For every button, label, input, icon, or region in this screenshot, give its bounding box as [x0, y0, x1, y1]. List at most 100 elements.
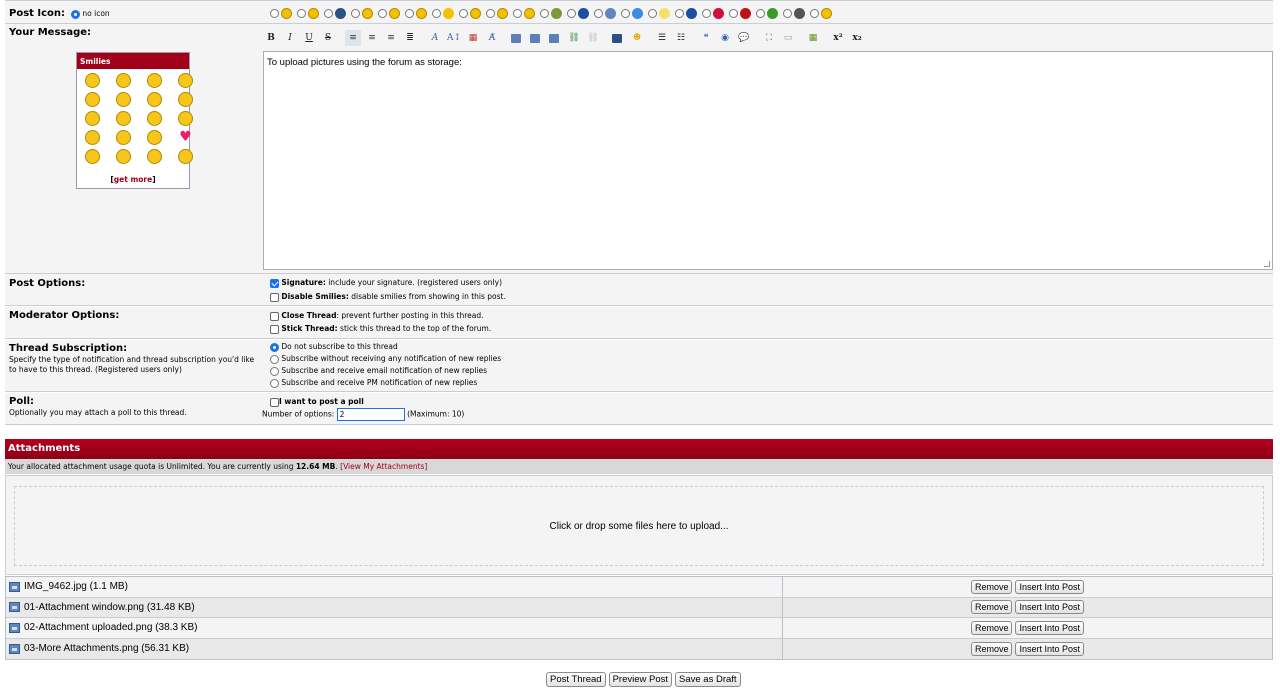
table-icon[interactable]: ▦: [805, 30, 821, 46]
eek-icon[interactable]: [147, 92, 162, 107]
smile-icon[interactable]: [85, 73, 100, 88]
post-icon-option[interactable]: [405, 7, 427, 19]
post-icon-option[interactable]: [594, 7, 616, 19]
video-icon[interactable]: [610, 30, 626, 46]
quote-icon[interactable]: ❝: [698, 30, 714, 46]
post-thread-button[interactable]: Post Thread: [546, 672, 606, 687]
grin-icon[interactable]: [178, 73, 193, 88]
post-icon-option[interactable]: [675, 7, 697, 19]
disable-smilies-checkbox[interactable]: [270, 292, 279, 302]
bullet-list-icon[interactable]: ☰: [654, 30, 670, 46]
puzzled-icon[interactable]: [85, 149, 100, 164]
post-icon-radio[interactable]: [405, 8, 414, 18]
upload-dropzone[interactable]: Click or drop some files here to upload.…: [14, 486, 1264, 566]
post-icon-option[interactable]: [810, 7, 832, 19]
sniper-icon[interactable]: [85, 111, 100, 126]
post-icon-radio[interactable]: [432, 8, 441, 18]
chain-link-icon[interactable]: ⛓: [566, 30, 582, 46]
no-icon-radio[interactable]: [71, 9, 80, 19]
happy-icon[interactable]: [116, 73, 131, 88]
color-icon[interactable]: ▦: [465, 30, 481, 46]
wave-icon[interactable]: [116, 111, 131, 126]
underline-button[interactable]: U: [301, 30, 317, 46]
post-icon-radio[interactable]: [648, 8, 657, 18]
smilie-icon[interactable]: ☻: [629, 30, 645, 46]
stick-thread-checkbox[interactable]: [270, 324, 279, 334]
post-icon-option[interactable]: [567, 7, 589, 19]
post-icon-radio[interactable]: [513, 8, 522, 18]
wink-icon[interactable]: [147, 149, 162, 164]
frown-icon[interactable]: [178, 92, 193, 107]
remove-format-icon[interactable]: A̸: [484, 30, 500, 46]
post-icon-radio[interactable]: [324, 8, 333, 18]
strikethrough-button[interactable]: S: [320, 30, 336, 46]
post-icon-option[interactable]: [540, 7, 562, 19]
preview-post-button[interactable]: Preview Post: [608, 672, 673, 687]
post-icon-radio[interactable]: [594, 8, 603, 18]
resize-handle[interactable]: [1264, 261, 1270, 267]
numbered-list-icon[interactable]: ☷: [673, 30, 689, 46]
link-icon[interactable]: [509, 30, 525, 46]
post-icon-option[interactable]: [513, 7, 535, 19]
laugh-icon[interactable]: [116, 130, 131, 145]
post-icon-radio[interactable]: [378, 8, 387, 18]
subscription-option-3[interactable]: Subscribe and receive PM notification of…: [270, 378, 477, 388]
unlink-icon[interactable]: ⛓: [585, 30, 601, 46]
heart-icon[interactable]: ♥: [178, 130, 193, 145]
post-icon-option[interactable]: [432, 7, 454, 19]
font-icon[interactable]: A: [427, 30, 443, 46]
subscript-button[interactable]: x₂: [849, 30, 865, 46]
post-icon-radio[interactable]: [702, 8, 711, 18]
post-icon-option[interactable]: [459, 7, 481, 19]
close-thread-checkbox[interactable]: [270, 311, 279, 321]
post-icon-radio[interactable]: [297, 8, 306, 18]
post-icon-radio[interactable]: [621, 8, 630, 18]
tongue-icon[interactable]: [85, 92, 100, 107]
remove-button[interactable]: Remove: [970, 579, 1013, 594]
post-icon-option[interactable]: [756, 7, 778, 19]
view-attachments-link[interactable]: [View My Attachments]: [340, 462, 427, 471]
exclamation-smilie-icon[interactable]: [147, 130, 162, 145]
post-icon-radio[interactable]: [459, 8, 468, 18]
font-size-icon[interactable]: A↕: [446, 30, 462, 46]
post-icon-radio[interactable]: [729, 8, 738, 18]
save-draft-button[interactable]: Save as Draft: [675, 672, 741, 687]
post-icon-radio[interactable]: [270, 8, 279, 18]
subscription-radio[interactable]: [270, 342, 279, 352]
comment-icon[interactable]: 💬: [736, 30, 752, 46]
post-icon-option[interactable]: [783, 7, 805, 19]
email-icon[interactable]: [547, 30, 563, 46]
code-icon[interactable]: ◉: [717, 30, 733, 46]
insert-into-post-button[interactable]: Insert Into Post: [1015, 641, 1085, 656]
insert-into-post-button[interactable]: Insert Into Post: [1015, 600, 1085, 615]
bold-button[interactable]: B: [263, 30, 279, 46]
cool-icon[interactable]: [147, 73, 162, 88]
post-icon-option[interactable]: [621, 7, 643, 19]
message-editor[interactable]: To upload pictures using the forum as st…: [263, 51, 1273, 270]
post-icon-radio[interactable]: [351, 8, 360, 18]
image-icon[interactable]: [528, 30, 544, 46]
mad-icon[interactable]: [85, 130, 100, 145]
justify-icon[interactable]: ≣: [402, 30, 418, 46]
post-icon-radio[interactable]: [810, 8, 819, 18]
confused-icon[interactable]: [178, 111, 193, 126]
remove-button[interactable]: Remove: [970, 641, 1013, 656]
post-icon-radio[interactable]: [540, 8, 549, 18]
post-icon-option[interactable]: [648, 7, 670, 19]
post-icon-option[interactable]: [378, 7, 400, 19]
no-icon-option[interactable]: no icon: [71, 9, 110, 19]
post-icon-radio[interactable]: [486, 8, 495, 18]
subscription-radio[interactable]: [270, 378, 279, 388]
thinking-icon[interactable]: [178, 149, 193, 164]
post-icon-radio[interactable]: [675, 8, 684, 18]
signature-checkbox[interactable]: [270, 278, 279, 288]
expand-icon[interactable]: ⛶: [761, 30, 777, 46]
post-icon-radio[interactable]: [567, 8, 576, 18]
superscript-button[interactable]: x²: [830, 30, 846, 46]
post-icon-option[interactable]: [729, 7, 751, 19]
align-right-icon[interactable]: ≡: [383, 30, 399, 46]
remove-button[interactable]: Remove: [970, 620, 1013, 635]
insert-into-post-button[interactable]: Insert Into Post: [1015, 579, 1085, 594]
post-icon-option[interactable]: [702, 7, 724, 19]
post-icon-option[interactable]: [351, 7, 373, 19]
